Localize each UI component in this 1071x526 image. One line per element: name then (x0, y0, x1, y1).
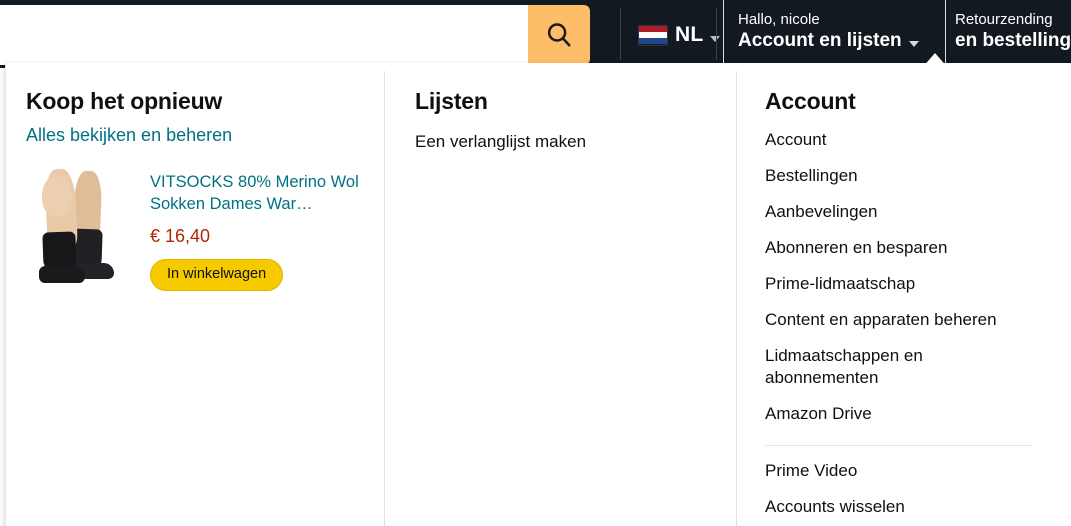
nav-divider-right (716, 8, 717, 60)
account-menu-item-orders[interactable]: Bestellingen (765, 165, 1060, 187)
account-menu-item-subscribe-and-save[interactable]: Abonneren en besparen (765, 237, 1060, 259)
account-menu-item-prime-video[interactable]: Prime Video (765, 460, 1060, 482)
top-navigation-bar: NL Hallo, nicole Account en lijsten Reto… (0, 0, 1071, 68)
flyout-pointer-arrow (922, 53, 948, 68)
buy-again-title: Koop het opnieuw (26, 88, 223, 114)
returns-line-1: Retourzending (955, 11, 1053, 28)
nav-divider-left (620, 8, 621, 60)
returns-and-orders-button[interactable]: Retourzending en bestelling (955, 10, 1071, 53)
locale-selector[interactable]: NL (632, 14, 726, 56)
create-wishlist-link[interactable]: Een verlanglijst maken (415, 131, 715, 153)
lists-title: Lijsten (415, 88, 488, 114)
account-menu-item-recommendations[interactable]: Aanbevelingen (765, 201, 1060, 223)
chevron-down-icon (908, 40, 919, 47)
returns-line-2: en bestelling (955, 30, 1071, 51)
account-flyout-panel: Koop het opnieuw Alles bekijken en beher… (5, 63, 1071, 526)
product-price: € 16,40 (150, 226, 211, 246)
product-info: VITSOCKS 80% Merino Wol Sokken Dames War… (150, 169, 364, 291)
search-bar[interactable] (0, 5, 590, 65)
buy-again-column: Koop het opnieuw Alles bekijken en beher… (6, 63, 384, 526)
search-input[interactable] (0, 5, 528, 65)
add-to-cart-button[interactable]: In winkelwagen (150, 259, 284, 291)
account-menu-item-switch-accounts[interactable]: Accounts wisselen (765, 496, 1060, 518)
search-button[interactable] (528, 5, 590, 65)
account-menu-item-amazon-drive[interactable]: Amazon Drive (765, 403, 1060, 425)
account-and-lists-button[interactable]: Hallo, nicole Account en lijsten (723, 0, 946, 68)
account-menu-item-manage-content-and-devices[interactable]: Content en apparaten beheren (765, 309, 1060, 331)
account-menu-item-prime-membership[interactable]: Prime-lidmaatschap (765, 273, 1060, 295)
product-thumbnail[interactable] (26, 168, 136, 287)
account-label-row: Account en lijsten (738, 29, 931, 53)
locale-label: NL (675, 23, 704, 46)
lists-column: Lijsten Een verlanglijst maken (385, 63, 737, 526)
product-title[interactable]: VITSOCKS 80% Merino Wol Sokken Dames War… (150, 171, 364, 215)
account-menu-separator (765, 445, 1032, 446)
search-icon (544, 20, 574, 50)
account-greeting: Hallo, nicole (738, 11, 820, 28)
legs-wearing-black-socks-image (26, 168, 136, 287)
account-menu-item-account[interactable]: Account (765, 129, 1060, 151)
amazon-header-flyout-screen: NL Hallo, nicole Account en lijsten Reto… (0, 0, 1071, 526)
buy-again-product: VITSOCKS 80% Merino Wol Sokken Dames War… (26, 168, 364, 291)
account-menu-item-memberships-and-subscriptions[interactable]: Lidmaatschappen en abonnementen (765, 345, 980, 389)
account-column: Account Account Bestellingen Aanbeveling… (737, 63, 1071, 526)
account-label: Account en lijsten (738, 30, 902, 51)
netherlands-flag-icon (638, 24, 668, 46)
account-title: Account (765, 88, 856, 114)
view-and-manage-all-link[interactable]: Alles bekijken en beheren (26, 124, 364, 146)
